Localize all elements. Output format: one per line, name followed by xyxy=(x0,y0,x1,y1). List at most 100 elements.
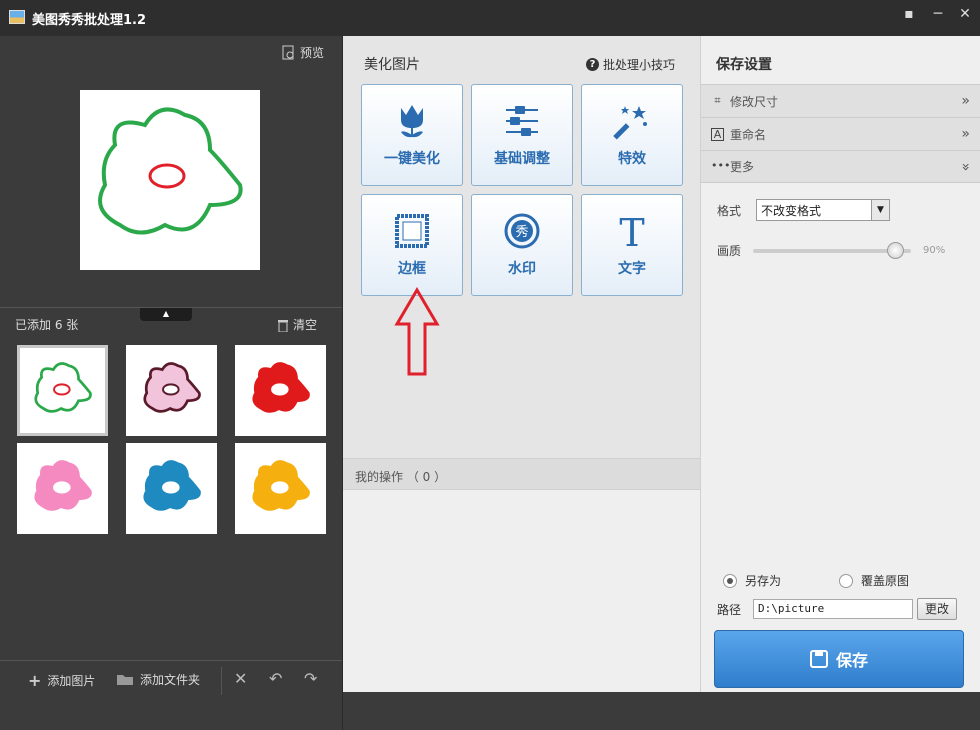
frame-icon xyxy=(395,214,429,248)
thumbnail-item[interactable] xyxy=(17,443,108,534)
footer-divider xyxy=(221,667,222,695)
image-list-panel: 预览 ▲ 已添加 6 张 清空 + 添加图片 添加文件夹 ✕ ↶ ↷ xyxy=(0,36,342,730)
change-path-button[interactable]: 更改 xyxy=(917,598,958,620)
text-icon: T xyxy=(619,212,644,250)
quality-slider-thumb[interactable] xyxy=(887,241,905,259)
text-button[interactable]: T 文字 xyxy=(581,194,683,296)
add-image-label: 添加图片 xyxy=(47,674,96,688)
save-button[interactable]: 保存 xyxy=(714,630,964,688)
format-label: 格式 xyxy=(717,203,742,218)
path-input[interactable]: D:\picture xyxy=(753,599,914,619)
add-image-button[interactable]: + 添加图片 xyxy=(28,671,95,690)
save-as-label: 另存为 xyxy=(745,574,782,588)
clear-label: 清空 xyxy=(293,318,318,332)
left-footer: + 添加图片 添加文件夹 ✕ ↶ ↷ xyxy=(0,660,342,730)
basic-adjust-button[interactable]: 基础调整 xyxy=(471,84,573,186)
tool-label: 基础调整 xyxy=(494,151,550,167)
tool-label: 特效 xyxy=(618,151,646,167)
close-button[interactable]: ✕ xyxy=(956,5,974,23)
effects-button[interactable]: 特效 xyxy=(581,84,683,186)
clear-button[interactable]: 清空 xyxy=(277,316,317,333)
overwrite-radio[interactable]: 覆盖原图 xyxy=(839,572,909,589)
more-icon: ••• xyxy=(711,159,731,172)
tool-label: 边框 xyxy=(398,261,426,277)
flower-image xyxy=(33,459,92,511)
quality-slider[interactable] xyxy=(753,241,912,259)
save-label: 保存 xyxy=(835,651,868,670)
thumbnail-grid xyxy=(17,345,329,534)
watermark-button[interactable]: 秀 水印 xyxy=(471,194,573,296)
chevron-down-icon: » xyxy=(957,162,974,171)
flower-image xyxy=(142,459,201,511)
thumbnail-item[interactable] xyxy=(126,345,217,436)
magic-wand-icon xyxy=(613,106,647,140)
plus-icon: + xyxy=(28,671,42,690)
flower-image xyxy=(251,459,310,511)
tool-grid: 一键美化 基础调整 特效 边框 秀 水印 T 文字 xyxy=(361,84,683,296)
quality-row: 画质 90% xyxy=(717,241,946,259)
rotate-left-icon[interactable]: ↶ xyxy=(269,669,282,688)
rotate-right-icon[interactable]: ↷ xyxy=(304,669,317,688)
overwrite-label: 覆盖原图 xyxy=(861,574,910,588)
chevron-right-icon: » xyxy=(961,93,970,109)
added-count: 已添加 6 张 xyxy=(15,318,79,332)
delete-icon[interactable]: ✕ xyxy=(234,669,247,688)
format-value: 不改变格式 xyxy=(761,203,822,218)
tool-label: 一键美化 xyxy=(384,151,440,167)
add-folder-label: 添加文件夹 xyxy=(140,673,201,687)
frame-button[interactable]: 边框 xyxy=(361,194,463,296)
chevron-right-icon: » xyxy=(961,126,970,142)
more-label: 更多 xyxy=(730,160,755,174)
red-arrow-annotation xyxy=(394,287,440,376)
preview-button[interactable]: 预览 xyxy=(282,44,324,61)
my-operations-bar: 我的操作 （ 0 ） xyxy=(343,458,700,490)
tips-label: 批处理小技巧 xyxy=(603,58,676,72)
thumbnail-item[interactable] xyxy=(235,443,326,534)
collapse-preview-button[interactable]: ▲ xyxy=(140,308,192,321)
watermark-icon: 秀 xyxy=(504,213,540,249)
add-folder-button[interactable]: 添加文件夹 xyxy=(116,671,200,688)
thumbnail-item[interactable] xyxy=(126,443,217,534)
dropdown-arrow-icon: ▼ xyxy=(871,200,890,220)
save-mode-group: 另存为 覆盖原图 xyxy=(723,572,909,589)
preview-image xyxy=(80,90,260,270)
chat-icon[interactable]: ▪ xyxy=(900,5,918,23)
resize-section[interactable]: ⌗ 修改尺寸 » xyxy=(701,84,980,117)
thumbnail-item[interactable] xyxy=(17,345,108,436)
question-icon: ? xyxy=(586,58,599,71)
tool-label: 水印 xyxy=(508,261,536,277)
thumbnail-item[interactable] xyxy=(235,345,326,436)
app-icon xyxy=(9,10,25,24)
flower-image xyxy=(142,361,201,413)
trash-icon xyxy=(278,319,288,332)
format-row: 格式 不改变格式 ▼ xyxy=(717,199,891,221)
operations-list xyxy=(343,490,700,692)
path-row: 路径 D:\picture 更改 xyxy=(717,598,958,620)
app-title: 美图秀秀批处理1.2 xyxy=(32,13,147,28)
svg-text:秀: 秀 xyxy=(515,225,528,240)
folder-icon xyxy=(117,675,133,685)
tips-link[interactable]: ? 批处理小技巧 xyxy=(586,56,675,73)
more-section[interactable]: ••• 更多 » xyxy=(701,150,980,183)
svg-text:T: T xyxy=(619,212,644,250)
rename-section[interactable]: A 重命名 » xyxy=(701,117,980,150)
radio-selected-icon xyxy=(723,573,737,588)
save-icon xyxy=(809,650,828,668)
tool-label: 文字 xyxy=(618,261,646,277)
sliders-icon xyxy=(506,106,538,136)
save-settings-heading: 保存设置 xyxy=(716,57,772,73)
flower-image xyxy=(251,361,310,413)
beautify-panel: 美化图片 ? 批处理小技巧 一键美化 基础调整 特效 边框 秀 水印 T 文字 xyxy=(343,36,700,692)
my-operations-label: 我的操作 （ 0 ） xyxy=(355,470,447,484)
preview-icon xyxy=(282,45,294,59)
tulip-icon xyxy=(401,105,423,138)
one-click-beautify-button[interactable]: 一键美化 xyxy=(361,84,463,186)
beautify-heading: 美化图片 xyxy=(364,57,420,73)
minimize-button[interactable]: ─ xyxy=(929,5,947,23)
path-label: 路径 xyxy=(717,602,742,617)
format-select[interactable]: 不改变格式 ▼ xyxy=(756,199,891,221)
window-bottom-edge xyxy=(343,692,980,730)
quality-label: 画质 xyxy=(717,244,742,258)
quality-value: 90% xyxy=(923,245,946,256)
save-as-radio[interactable]: 另存为 xyxy=(723,572,781,589)
